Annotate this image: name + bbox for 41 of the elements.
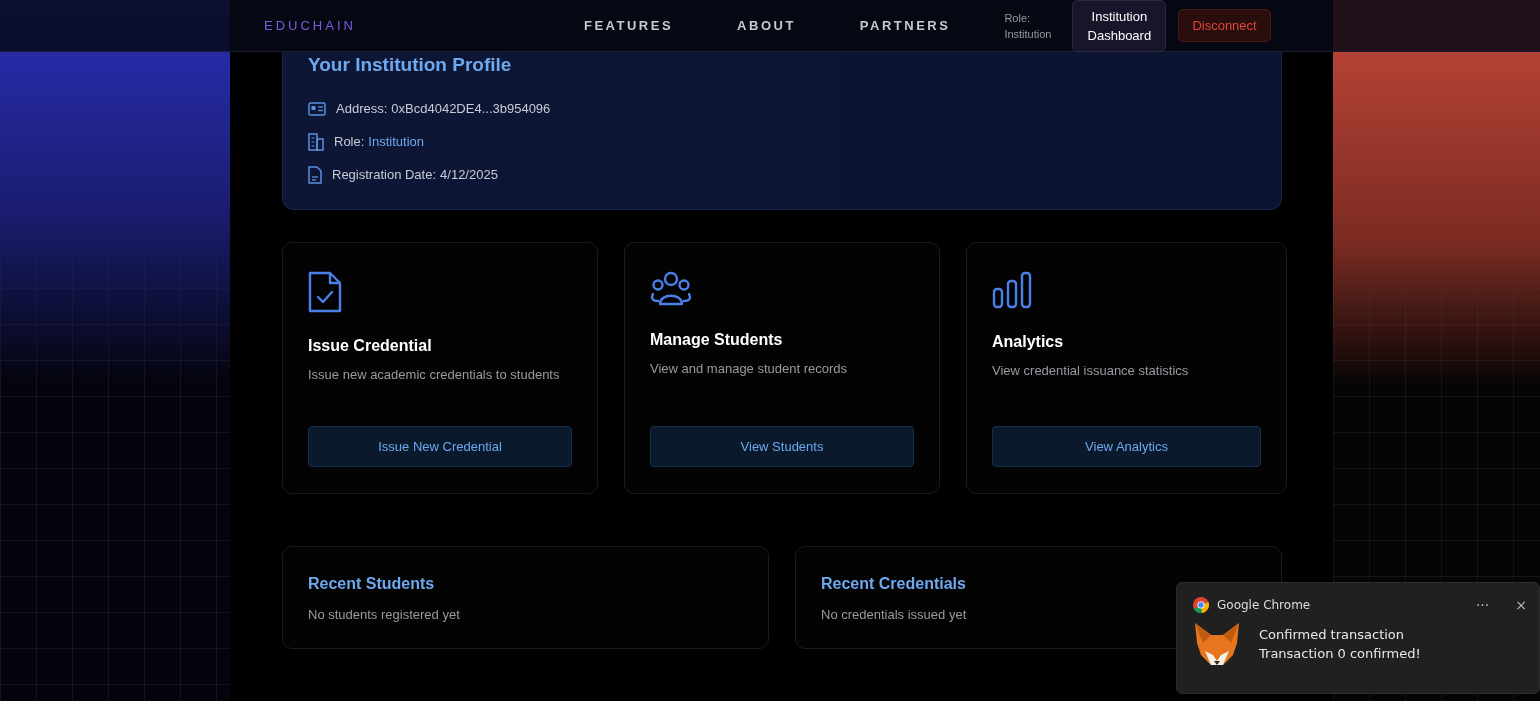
more-button[interactable]: ··· — [1475, 597, 1490, 613]
chrome-icon — [1193, 597, 1209, 613]
card-title: Analytics — [992, 333, 1065, 351]
card-title: Recent Students — [308, 575, 436, 593]
notification-title: Confirmed transaction — [1259, 627, 1406, 642]
card-description: View and manage student records — [650, 361, 849, 376]
fox-icon — [1193, 621, 1241, 667]
bar-chart-icon — [992, 271, 1032, 309]
disconnect-button[interactable]: Disconnect — [1178, 9, 1271, 42]
app-name: Google Chrome — [1217, 598, 1312, 612]
id-card-icon — [308, 101, 326, 116]
action-button[interactable]: View Students — [650, 426, 914, 467]
card-description: View credential issuance statistics — [992, 363, 1190, 378]
logo: EDUCHAIN — [264, 18, 357, 33]
dashboard-button[interactable]: Institution Dashboard — [1072, 0, 1167, 52]
document-icon — [308, 165, 322, 184]
close-button[interactable]: × — [1515, 597, 1527, 613]
notification-message: Transaction 0 confirmed! — [1259, 646, 1421, 661]
field-label: Address: — [336, 101, 388, 116]
document-check-icon — [308, 271, 342, 313]
empty-message: No students registered yet — [308, 607, 461, 622]
field-value: 4/12/2025 — [440, 167, 498, 182]
building-icon — [308, 132, 324, 151]
card-title: Manage Students — [650, 331, 784, 349]
nav-link[interactable]: ABOUT — [737, 18, 796, 33]
nav-link[interactable]: PARTNERS — [859, 18, 951, 33]
field-value: Institution — [368, 134, 424, 149]
card-title: Issue Credential — [308, 337, 433, 355]
profile-title: Your Institution Profile — [308, 54, 513, 76]
field-label: Role: — [334, 134, 365, 149]
card-title: Recent Credentials — [821, 575, 967, 593]
role-label: Role: — [1004, 11, 1032, 24]
field-value: 0xBcd4042DE4...3b954096 — [391, 101, 551, 116]
users-icon — [650, 271, 692, 307]
nav-link[interactable]: FEATURES — [584, 18, 674, 33]
card-description: Issue new academic credentials to students — [308, 367, 561, 382]
empty-message: No credentials issued yet — [821, 607, 968, 622]
field-label: Registration Date: — [332, 167, 437, 182]
action-button[interactable]: View Analytics — [992, 426, 1261, 467]
role-value: Institution — [1004, 27, 1053, 40]
action-button[interactable]: Issue New Credential — [308, 426, 572, 467]
